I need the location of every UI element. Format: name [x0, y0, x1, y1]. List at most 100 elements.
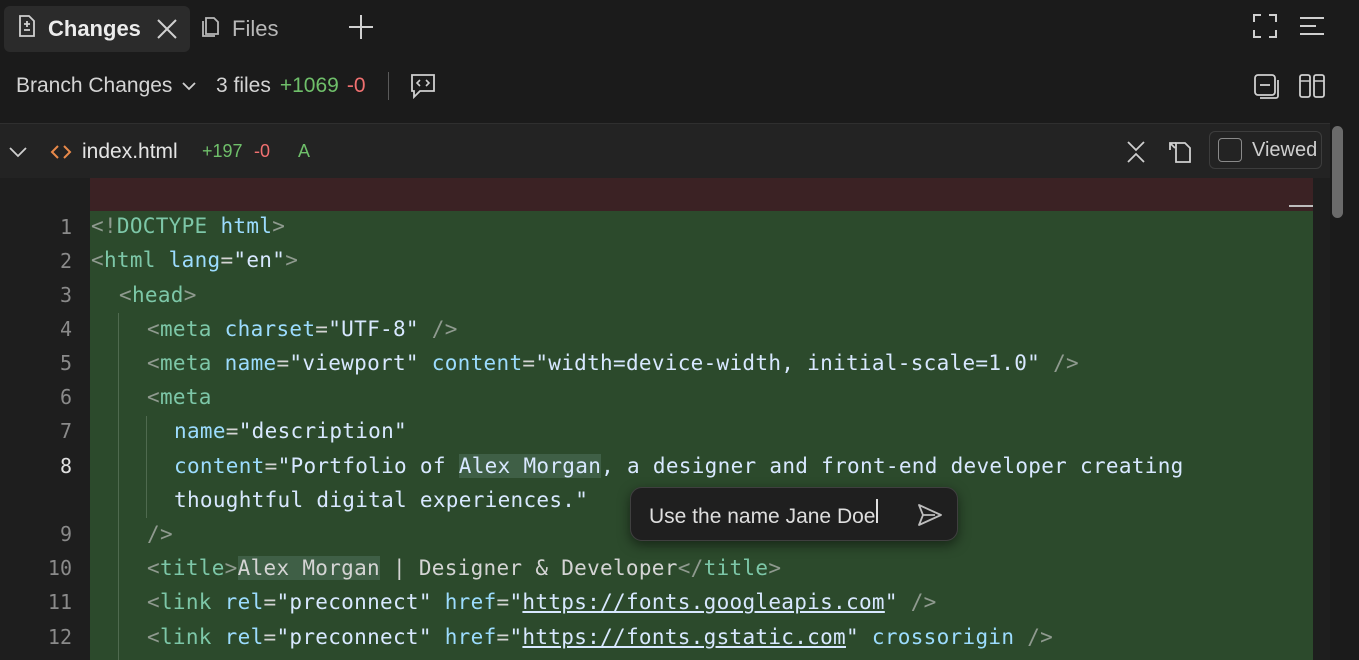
line-number: 4: [59, 317, 72, 341]
hunk-collapse-dash[interactable]: [1289, 205, 1313, 207]
token: =: [522, 351, 536, 375]
token: "en": [233, 248, 286, 272]
file-collapse-toggle[interactable]: [8, 124, 28, 179]
code-line-11[interactable]: <link rel="preconnect" href="https://fon…: [147, 590, 937, 614]
tab-files[interactable]: Files: [200, 6, 278, 52]
token: title: [159, 556, 225, 580]
token: >: [183, 283, 197, 307]
token: =: [263, 625, 277, 649]
fullscreen-icon: [1252, 13, 1278, 44]
line-number: 11: [47, 590, 72, 614]
code-line-7[interactable]: name="description": [174, 419, 407, 443]
send-button[interactable]: [915, 500, 945, 530]
token: , a designer and front-end developer cre…: [601, 454, 1184, 478]
close-file-button[interactable]: [1124, 124, 1148, 179]
inline-comment-popup: Use the name Jane Doe: [630, 487, 958, 541]
fullscreen-button[interactable]: [1250, 13, 1280, 43]
document-diff-icon: [16, 14, 38, 44]
token: <: [147, 590, 160, 614]
token: <: [147, 351, 160, 375]
hunk-header-strip: [90, 178, 1313, 211]
token: >: [768, 556, 782, 580]
review-comments-button[interactable]: [408, 60, 438, 112]
indent-guide: [118, 313, 119, 660]
files-icon: [200, 14, 222, 44]
token: =: [264, 454, 278, 478]
code-line-8[interactable]: content="Portfolio of Alex Morgan, a des…: [174, 454, 1184, 478]
total-additions: +1069: [279, 74, 339, 97]
indent-guide: [146, 416, 147, 518]
open-file-icon: [1166, 138, 1194, 166]
line-number: 9: [59, 522, 72, 546]
token: "Portfolio of: [277, 454, 459, 478]
code-line-12[interactable]: <link rel="preconnect" href="https://fon…: [147, 625, 1053, 649]
file-additions: +197: [202, 141, 243, 161]
code-line-9[interactable]: />: [147, 522, 173, 546]
open-file-button[interactable]: [1166, 124, 1194, 179]
code-line-2[interactable]: <html lang="en">: [91, 248, 298, 272]
line-number: 8: [59, 454, 72, 478]
checkbox-square: [1218, 138, 1242, 162]
file-type-code-icon: [50, 124, 72, 179]
token: <: [119, 283, 132, 307]
highlighted-text: Alex Morgan: [237, 556, 380, 580]
url-link[interactable]: https://fonts.gstatic.com: [522, 625, 846, 649]
file-deletions: -0: [254, 141, 271, 161]
split-view-button[interactable]: [1297, 60, 1327, 112]
collapse-all-icon: [1252, 72, 1280, 100]
menu-lines-icon: [1298, 14, 1326, 43]
menu-button[interactable]: [1297, 13, 1327, 43]
token: DOCTYPE: [116, 214, 208, 238]
line-number: 10: [47, 556, 72, 580]
token: thoughtful digital experiences.": [174, 488, 589, 512]
code-line-5[interactable]: <meta name="viewport" content="width=dev…: [147, 351, 1079, 375]
token: <: [147, 385, 160, 409]
code-line-8-wrap[interactable]: thoughtful digital experiences.": [174, 488, 588, 512]
files-count: 3 files: [216, 74, 271, 97]
token: =: [496, 625, 510, 649]
token: "UTF-8": [328, 317, 419, 341]
token: >: [224, 556, 238, 580]
token: rel: [211, 625, 264, 649]
token: <: [91, 248, 104, 272]
file-status-badge: A: [298, 141, 311, 161]
new-tab-button[interactable]: [344, 12, 378, 46]
token: crossorigin: [858, 625, 1015, 649]
text-caret: [876, 499, 878, 523]
viewed-label: Viewed: [1252, 138, 1318, 161]
token: "preconnect": [276, 625, 432, 649]
token: meta: [159, 385, 212, 409]
scrollbar-thumb[interactable]: [1332, 126, 1343, 218]
token: =: [496, 590, 510, 614]
collapse-arrows-icon: [1124, 139, 1148, 165]
token: "viewport": [289, 351, 419, 375]
line-number: 3: [59, 283, 72, 307]
token: <: [147, 625, 160, 649]
close-tab-icon[interactable]: [155, 17, 179, 41]
viewed-checkbox[interactable]: Viewed: [1209, 131, 1322, 169]
file-name[interactable]: index.html: [82, 124, 178, 179]
code-line-3[interactable]: <head>: [119, 283, 197, 307]
tab-bar: Changes Files: [0, 0, 1359, 60]
code-line-1[interactable]: <!DOCTYPE html>: [91, 214, 285, 238]
send-icon: [916, 502, 944, 528]
code-line-6[interactable]: <meta: [147, 385, 212, 409]
tab-changes[interactable]: Changes: [4, 6, 190, 52]
token: name: [211, 351, 277, 375]
token: link: [159, 625, 212, 649]
token: />: [1014, 625, 1054, 649]
selected-text[interactable]: Alex Morgan: [458, 454, 602, 478]
token: <: [147, 317, 160, 341]
total-deletions: -0: [346, 74, 366, 97]
token: lang: [155, 248, 221, 272]
collapse-all-button[interactable]: [1252, 60, 1280, 112]
token: "width=device-width, initial-scale=1.0": [535, 351, 1041, 375]
code-line-4[interactable]: <meta charset="UTF-8" />: [147, 317, 458, 341]
code-line-10[interactable]: <title>Alex Morgan | Designer & Develope…: [147, 556, 781, 580]
split-view-icon: [1297, 72, 1327, 100]
url-link[interactable]: https://fonts.googleapis.com: [522, 590, 884, 614]
token: meta: [159, 351, 212, 375]
scope-dropdown[interactable]: Branch Changes: [16, 60, 197, 112]
line-number: 2: [59, 249, 72, 273]
comment-input[interactable]: Use the name Jane Doe: [649, 499, 878, 529]
